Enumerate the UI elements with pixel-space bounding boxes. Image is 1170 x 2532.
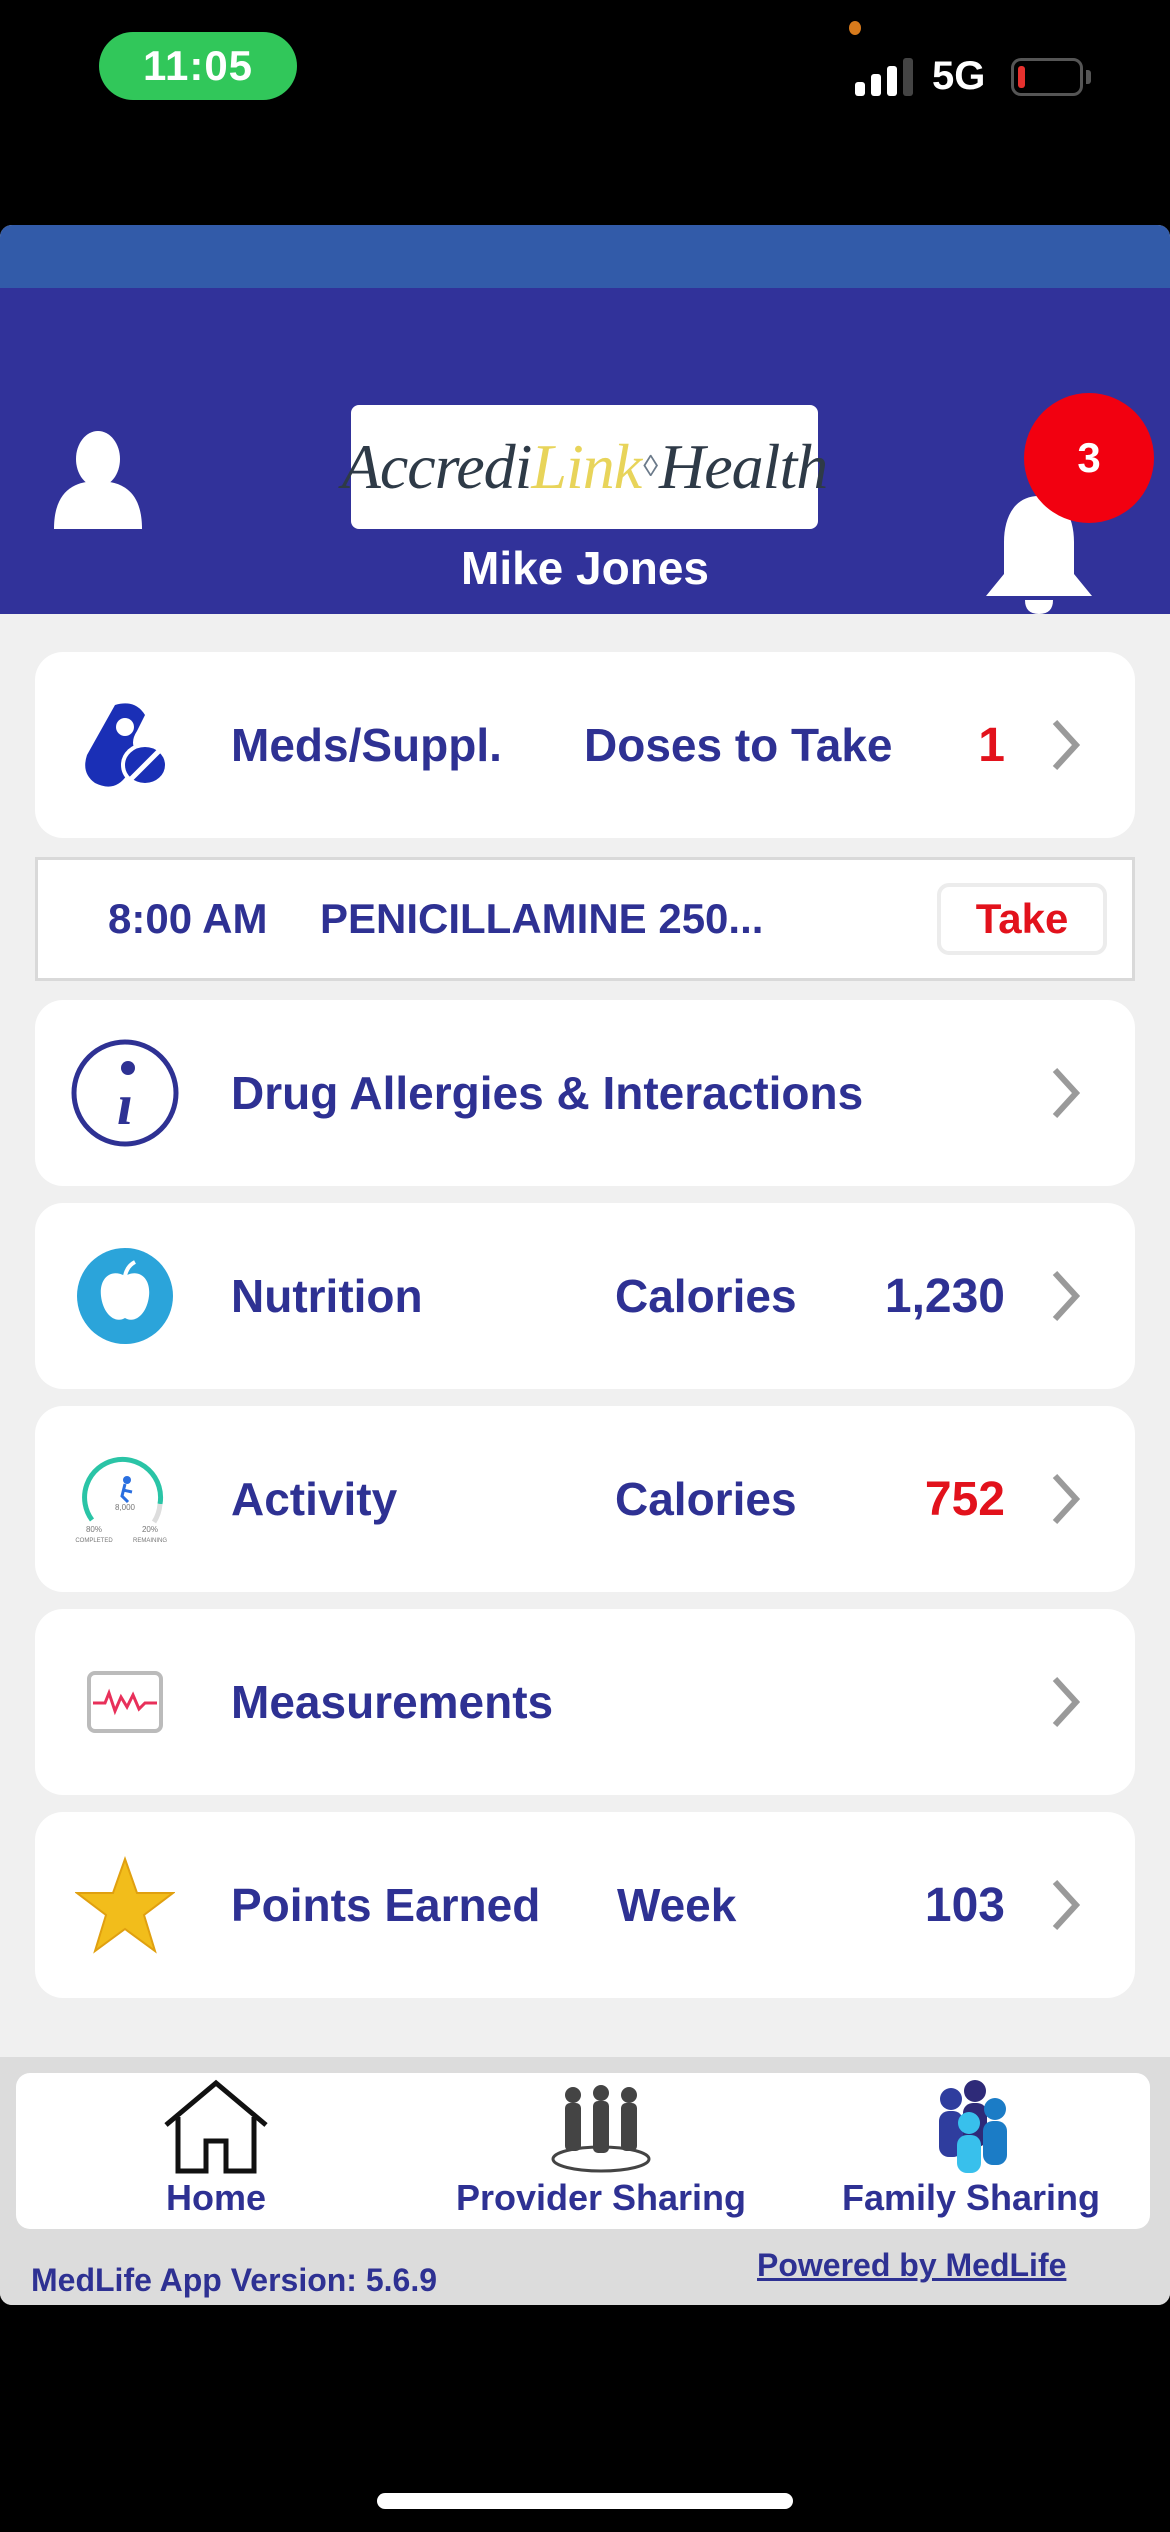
- powered-by-link[interactable]: Powered by MedLife: [757, 2247, 1066, 2284]
- meds-title: Meds/Suppl.: [231, 719, 502, 771]
- gauge-remaining-pct: 20%: [142, 1525, 158, 1534]
- chevron-right-icon: [1052, 719, 1080, 771]
- measurements-title: Measurements: [231, 1676, 554, 1728]
- chevron-right-icon: [1052, 1270, 1080, 1322]
- network-type: 5G: [932, 54, 986, 98]
- points-period-label: Week: [617, 1879, 737, 1931]
- nutrition-calories-label: Calories: [615, 1270, 797, 1322]
- nav-provider-sharing-label: Provider Sharing: [455, 2177, 747, 2218]
- chevron-right-icon: [1052, 1067, 1080, 1119]
- signal-strength-icon: [855, 58, 915, 96]
- chevron-right-icon: [1052, 1473, 1080, 1525]
- nav-family-sharing-label: Family Sharing: [841, 2177, 1101, 2218]
- activity-calories-label: Calories: [615, 1473, 797, 1525]
- activity-gauge-icon: 8,000 80% 20% COMPLETED REMAINING: [70, 1444, 180, 1554]
- battery-cap: [1086, 70, 1091, 84]
- svg-text:ı: ı: [117, 1072, 133, 1137]
- allergies-title: Drug Allergies & Interactions: [231, 1067, 864, 1119]
- activity-title: Activity: [231, 1473, 398, 1525]
- apple-icon: [70, 1241, 180, 1351]
- nutrition-calories-value: 1,230: [884, 1269, 1005, 1323]
- gauge-completed-pct: 80%: [86, 1525, 102, 1534]
- home-icon: [164, 2079, 268, 2174]
- activity-calories-value: 752: [924, 1472, 1005, 1526]
- status-bar: 11:05 5G: [0, 0, 1170, 140]
- points-value: 103: [924, 1878, 1005, 1932]
- dose-time: 8:00 AM: [108, 895, 268, 942]
- activity-card[interactable]: 8,000 80% 20% COMPLETED REMAINING Activi…: [35, 1406, 1135, 1592]
- drug-allergies-card[interactable]: ı Drug Allergies & Interactions: [35, 1000, 1135, 1186]
- gauge-remaining-label: REMAINING: [133, 1538, 167, 1544]
- brand-logo: Accredi Link ◊ Health: [342, 405, 828, 529]
- status-time: 11:05: [99, 32, 297, 100]
- logo-diamond-icon: ◊: [643, 450, 658, 483]
- profile-icon[interactable]: [52, 429, 144, 529]
- nav-provider-sharing[interactable]: Provider Sharing: [436, 2073, 766, 2229]
- points-card[interactable]: Points Earned Week 103: [35, 1812, 1135, 1998]
- header-top-strip: [0, 225, 1170, 288]
- provider-group-icon: [551, 2085, 651, 2173]
- footer: Home Provider Sharing Family Sharing Med…: [0, 2057, 1170, 2305]
- meds-card[interactable]: Meds/Suppl. Doses to Take 1: [35, 652, 1135, 838]
- pill-capsule-icon: [70, 690, 180, 800]
- home-indicator[interactable]: [377, 2493, 793, 2509]
- logo-text-accredi: Accredi: [341, 431, 533, 502]
- app-container: Accredi Link ◊ Health Mike Jones 3 Meds/Sup…: [0, 225, 1170, 2305]
- dose-medication: PENICILLAMINE 250...: [320, 895, 764, 942]
- notification-badge[interactable]: 3: [1024, 393, 1154, 523]
- logo-text-link: Link: [531, 431, 642, 502]
- nav-home-label: Home: [165, 2177, 267, 2218]
- logo-text-health: Health: [659, 431, 828, 502]
- family-icon: [939, 2080, 1007, 2173]
- nav-family-sharing[interactable]: Family Sharing: [821, 2073, 1121, 2229]
- chevron-right-icon: [1052, 1676, 1080, 1728]
- dose-reminder-row: 8:00 AM PENICILLAMINE 250... Take: [35, 857, 1135, 981]
- battery-icon: [1011, 58, 1083, 96]
- privacy-indicator-dot: [849, 21, 861, 35]
- gauge-completed-label: COMPLETED: [75, 1538, 113, 1544]
- measurements-card[interactable]: Measurements: [35, 1609, 1135, 1795]
- nutrition-card[interactable]: Nutrition Calories 1,230: [35, 1203, 1135, 1389]
- gauge-center-value: 8,000: [115, 1503, 136, 1512]
- bottom-nav: Home Provider Sharing Family Sharing: [16, 2073, 1150, 2229]
- heart-monitor-icon: [70, 1647, 180, 1757]
- take-dose-button[interactable]: Take: [937, 883, 1107, 955]
- info-icon: ı: [70, 1038, 180, 1148]
- chevron-right-icon: [1052, 1879, 1080, 1931]
- star-icon: [70, 1850, 180, 1960]
- nav-home[interactable]: Home: [116, 2073, 316, 2229]
- doses-label: Doses to Take: [584, 719, 893, 771]
- app-header: Accredi Link ◊ Health Mike Jones 3: [0, 288, 1170, 614]
- points-title: Points Earned: [231, 1879, 541, 1931]
- nutrition-title: Nutrition: [231, 1270, 423, 1322]
- doses-count: 1: [978, 718, 1005, 772]
- app-version: MedLife App Version: 5.6.9: [31, 2262, 438, 2298]
